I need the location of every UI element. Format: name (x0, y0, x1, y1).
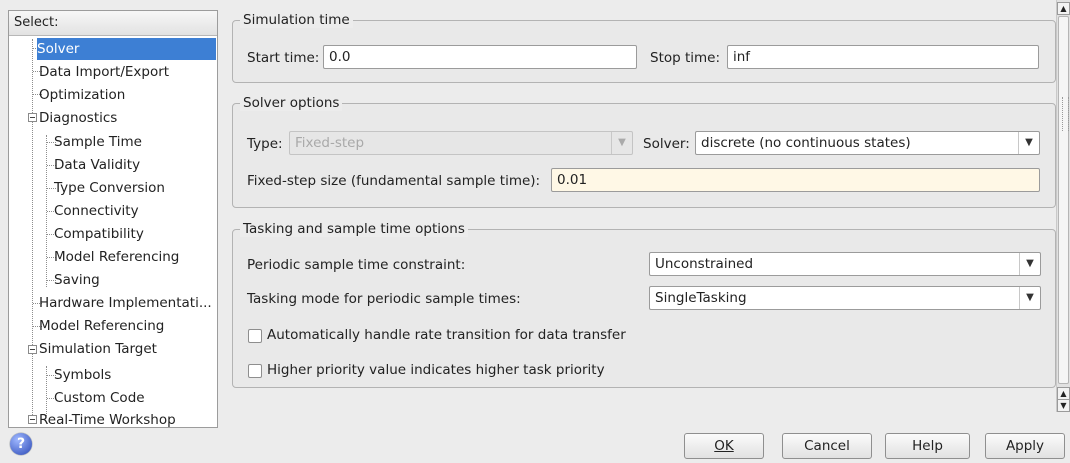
higher-priority-label[interactable]: Higher priority value indicates higher t… (267, 361, 605, 379)
start-time-field[interactable]: 0.0 (323, 45, 637, 69)
scrollbar-thumb[interactable] (1058, 16, 1069, 384)
ok-button-label: OK (714, 438, 734, 454)
grip-icon (1062, 97, 1069, 131)
tree-item-data-import-export[interactable]: Data Import/Export (39, 61, 173, 83)
chevron-down-icon[interactable]: ▼ (1019, 253, 1040, 275)
simulation-time-group: Simulation time Start time: 0.0 Stop tim… (232, 12, 1056, 83)
solver-value: discrete (no continuous states) (701, 135, 911, 151)
higher-priority-checkbox[interactable] (248, 364, 262, 378)
tasking-options-group: Tasking and sample time options Periodic… (232, 221, 1056, 388)
type-dropdown: Fixed-step ▼ (289, 131, 633, 155)
periodic-constraint-dropdown[interactable]: Unconstrained ▼ (649, 252, 1041, 276)
periodic-constraint-value: Unconstrained (655, 256, 754, 272)
tree-header: Select: (9, 11, 217, 36)
fixed-step-size-field[interactable]: 0.01 (551, 168, 1040, 192)
collapse-icon[interactable] (28, 113, 37, 122)
chevron-down-icon: ▼ (611, 132, 632, 154)
solver-label: Solver: (643, 136, 690, 152)
fixed-step-size-label: Fixed-step size (fundamental sample time… (247, 173, 541, 189)
tree-item-optimization[interactable]: Optimization (39, 84, 129, 106)
tasking-mode-value: SingleTasking (655, 290, 747, 306)
tree-item-connectivity[interactable]: Connectivity (54, 200, 143, 222)
tree-item-hardware-implementation[interactable]: Hardware Implementati... (39, 292, 216, 314)
tree-item-data-validity[interactable]: Data Validity (54, 154, 144, 176)
tree-item-solver[interactable]: Solver (37, 38, 216, 60)
stop-time-label: Stop time: (650, 50, 721, 66)
config-tree[interactable]: Select: Solver Data Import/Export Optimi… (8, 10, 218, 428)
tasking-mode-label: Tasking mode for periodic sample times: (247, 291, 521, 307)
tree-item-model-referencing-diag[interactable]: Model Referencing (54, 246, 183, 268)
help-button[interactable]: Help (885, 433, 970, 459)
ok-button[interactable]: OK (684, 433, 764, 459)
arrow-up-icon[interactable]: ▲ (1057, 2, 1070, 15)
help-button-label: Help (912, 438, 943, 454)
group-title: Simulation time (240, 12, 353, 28)
solver-dropdown[interactable]: discrete (no continuous states) ▼ (695, 131, 1040, 155)
vertical-scrollbar[interactable]: ▲ ▲ ▼ (1056, 0, 1070, 412)
tree-item-model-referencing[interactable]: Model Referencing (39, 315, 168, 337)
arrow-down-icon[interactable]: ▼ (1057, 399, 1070, 412)
tree-item-symbols[interactable]: Symbols (54, 364, 115, 386)
type-value: Fixed-step (295, 135, 365, 151)
tree-item-compatibility[interactable]: Compatibility (54, 223, 148, 245)
tree-item-simulation-target[interactable]: Simulation Target (39, 338, 161, 360)
help-icon[interactable]: ? (10, 433, 32, 455)
settings-pane: Simulation time Start time: 0.0 Stop tim… (224, 0, 1056, 425)
apply-button-label: Apply (1005, 438, 1045, 454)
start-time-label: Start time: (247, 50, 320, 66)
cancel-button-label: Cancel (804, 438, 850, 454)
tree-connector (32, 39, 33, 419)
tree-item-real-time-workshop[interactable]: Real-Time Workshop (39, 409, 180, 427)
collapse-icon[interactable] (28, 415, 37, 424)
tree-item-diagnostics[interactable]: Diagnostics (39, 107, 121, 129)
chevron-down-icon[interactable]: ▼ (1019, 287, 1040, 309)
tree-item-sample-time[interactable]: Sample Time (54, 131, 146, 153)
group-title: Tasking and sample time options (240, 221, 468, 237)
tasking-mode-dropdown[interactable]: SingleTasking ▼ (649, 286, 1041, 310)
solver-options-group: Solver options Type: Fixed-step ▼ Solver… (232, 95, 1056, 208)
tree-item-saving[interactable]: Saving (54, 269, 104, 291)
stop-time-field[interactable]: inf (727, 45, 1039, 69)
tree-item-type-conversion[interactable]: Type Conversion (54, 177, 169, 199)
collapse-icon[interactable] (28, 345, 37, 354)
auto-rate-transition-checkbox[interactable] (248, 329, 262, 343)
chevron-down-icon[interactable]: ▼ (1018, 132, 1039, 154)
type-label: Type: (247, 136, 283, 152)
auto-rate-transition-label[interactable]: Automatically handle rate transition for… (267, 326, 626, 344)
cancel-button[interactable]: Cancel (782, 433, 872, 459)
apply-button[interactable]: Apply (985, 433, 1065, 459)
tree-item-custom-code[interactable]: Custom Code (54, 387, 149, 409)
periodic-constraint-label: Periodic sample time constraint: (247, 257, 466, 273)
group-title: Solver options (240, 95, 343, 111)
